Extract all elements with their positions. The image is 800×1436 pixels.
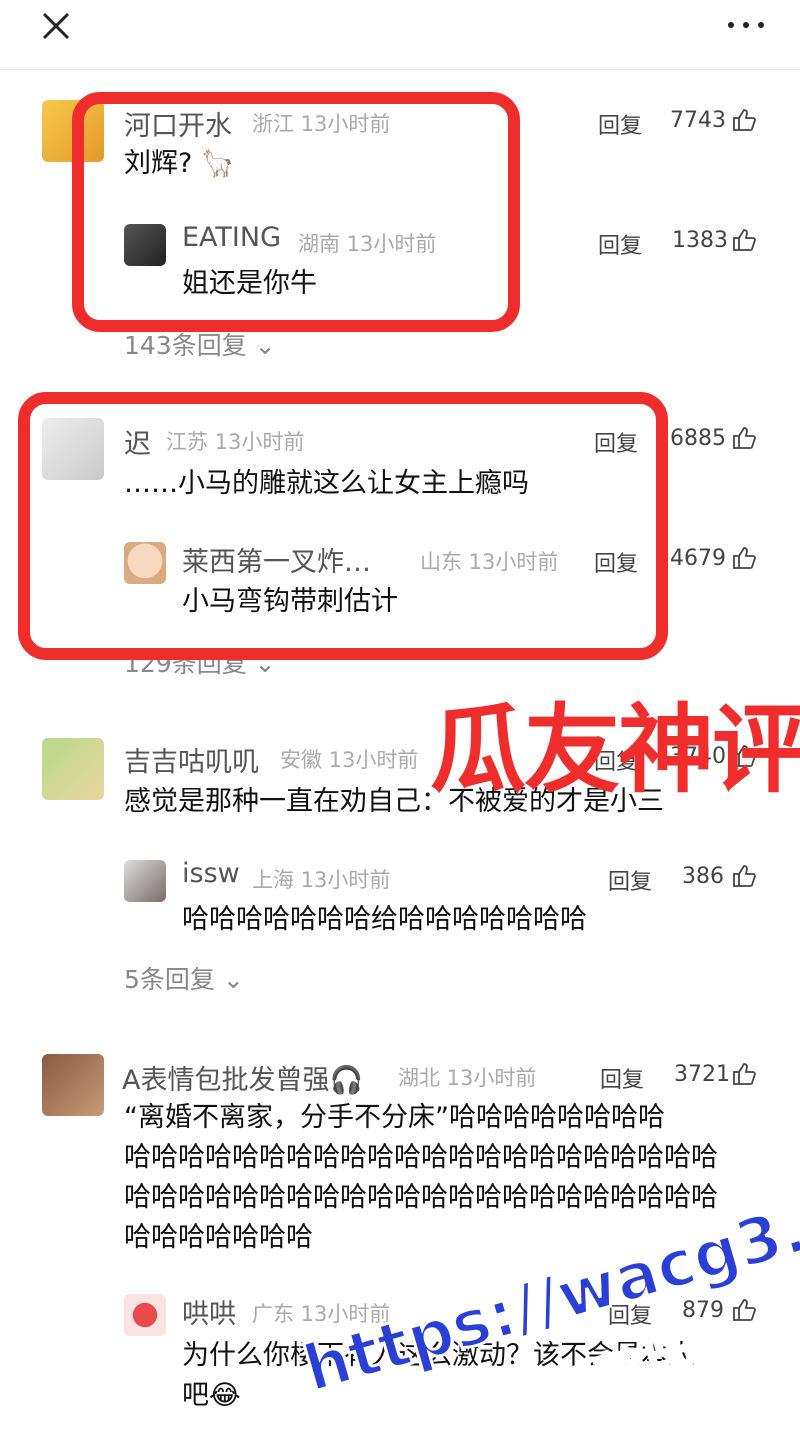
reply-username[interactable]: issw	[182, 858, 240, 889]
reply-text-line: 吧😂	[182, 1380, 241, 1411]
comment-username[interactable]: A表情包批发曾强🎧	[122, 1058, 363, 1097]
avatar[interactable]	[124, 1294, 166, 1336]
like-count: 6885	[670, 426, 726, 451]
reply-button[interactable]: 回复	[608, 864, 652, 896]
highlight-box	[72, 92, 520, 332]
thumbs-up-icon[interactable]	[732, 1298, 756, 1322]
avatar[interactable]	[42, 738, 104, 800]
reply-button[interactable]: 回复	[598, 108, 642, 140]
avatar[interactable]	[42, 1054, 104, 1116]
reply-button[interactable]: 回复	[598, 228, 642, 260]
comment-location-time: 安徽 13小时前	[280, 748, 419, 772]
top-bar	[0, 0, 800, 70]
thumbs-up-icon[interactable]	[732, 1062, 756, 1086]
avatar[interactable]	[124, 860, 166, 902]
reply-text: 哈哈哈哈哈哈哈给哈哈哈哈哈哈哈	[182, 904, 587, 935]
like-count: 3721	[674, 1062, 730, 1087]
comment-text-line: 哈哈哈哈哈哈哈	[124, 1222, 313, 1253]
banner-text: 瓜友神评	[430, 694, 800, 806]
comment-text-line: “离婚不离家，分手不分床”哈哈哈哈哈哈哈哈	[124, 1102, 665, 1133]
thumbs-up-icon[interactable]	[732, 546, 756, 570]
comment-location-time: 湖北 13小时前	[398, 1066, 537, 1090]
comment-text-line: 哈哈哈哈哈哈哈哈哈哈哈哈哈哈哈哈哈哈哈哈哈哈	[124, 1142, 718, 1173]
like-count: 879	[682, 1298, 724, 1323]
highlight-box	[18, 392, 668, 660]
like-count: 7743	[670, 108, 726, 133]
like-count: 386	[682, 864, 724, 889]
close-icon[interactable]	[40, 10, 72, 42]
comment-username[interactable]: 吉吉咕叽叽	[124, 740, 259, 779]
more-replies-link[interactable]: 5条回复 ⌄	[124, 960, 244, 996]
reply-button[interactable]: 回复	[600, 1062, 644, 1094]
thumbs-up-icon[interactable]	[732, 228, 756, 252]
like-count: 1383	[672, 228, 728, 253]
reply-location-time: 上海 13小时前	[252, 868, 391, 892]
thumbs-up-icon[interactable]	[732, 108, 756, 132]
comment-text-line: 哈哈哈哈哈哈哈哈哈哈哈哈哈哈哈哈哈哈哈哈哈哈	[124, 1182, 718, 1213]
thumbs-up-icon[interactable]	[732, 864, 756, 888]
more-dots-icon[interactable]	[726, 12, 766, 36]
like-count: 4679	[670, 546, 726, 571]
thumbs-up-icon[interactable]	[732, 426, 756, 450]
reply-username[interactable]: 哄哄	[182, 1292, 236, 1331]
